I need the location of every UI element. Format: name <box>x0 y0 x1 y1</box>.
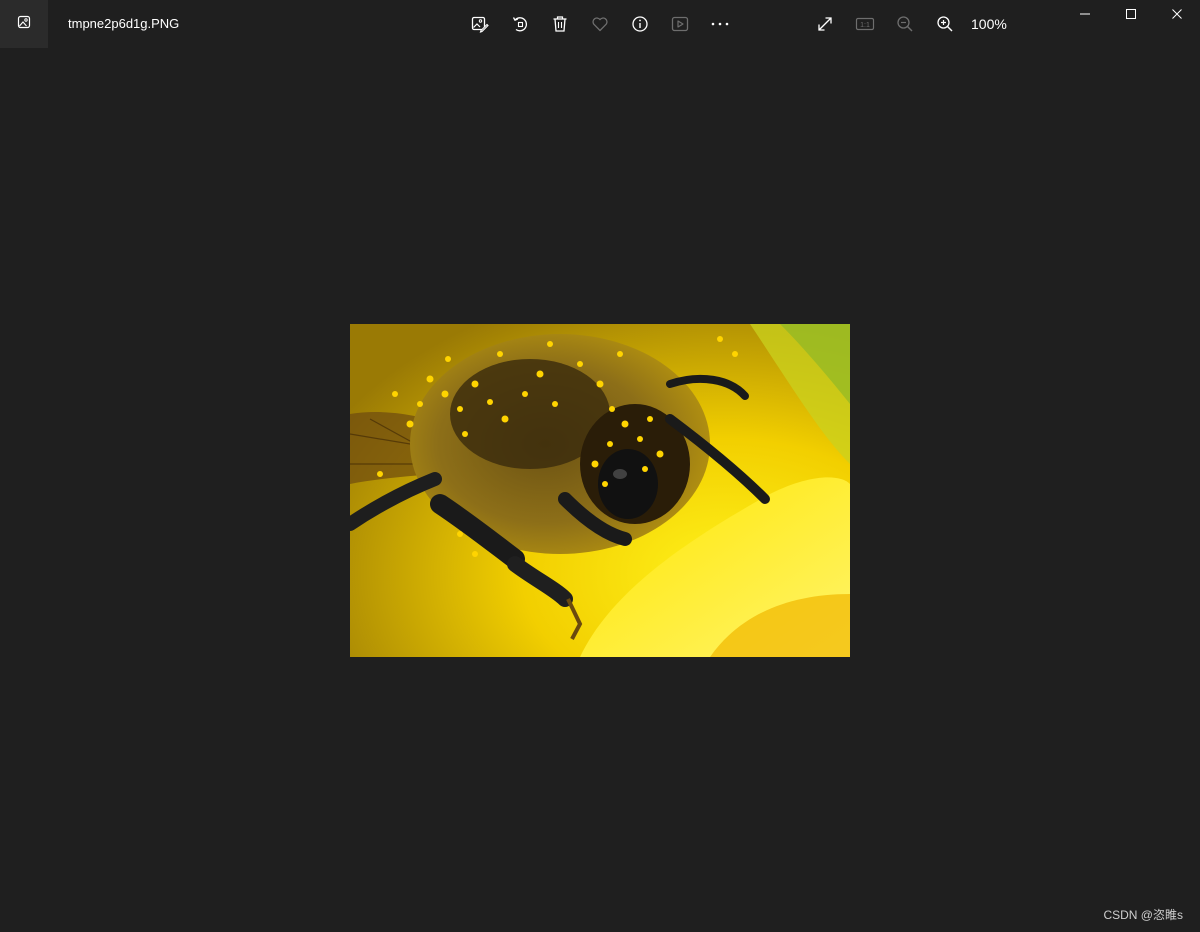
favorite-button[interactable] <box>580 4 620 44</box>
minimize-icon <box>1079 7 1091 25</box>
rotate-button[interactable] <box>500 4 540 44</box>
photo-viewer-window: tmpne2p6d1g.PNG 1:1 100% CSDN @恣睢s <box>0 0 1200 932</box>
info-icon <box>631 15 649 33</box>
maximize-icon <box>1125 7 1137 25</box>
slideshow-button[interactable] <box>660 4 700 44</box>
actual-size-button[interactable]: 1:1 <box>845 4 885 44</box>
more-options-icon <box>710 15 730 33</box>
photos-app-icon <box>16 14 32 35</box>
edit-image-button[interactable] <box>460 4 500 44</box>
zoom-out-button[interactable] <box>885 4 925 44</box>
displayed-photo[interactable] <box>350 324 850 657</box>
slideshow-icon <box>671 15 689 33</box>
close-icon <box>1171 7 1183 25</box>
title-bar: tmpne2p6d1g.PNG 1:1 100% <box>0 0 1200 48</box>
app-icon-button[interactable] <box>0 0 48 48</box>
delete-button[interactable] <box>540 4 580 44</box>
zoom-in-icon <box>936 15 954 33</box>
zoom-level-indicator[interactable]: 100% <box>971 16 1007 33</box>
zoom-in-button[interactable] <box>925 4 965 44</box>
fullscreen-expand-icon <box>816 15 834 33</box>
actual-size-icon: 1:1 <box>855 16 875 32</box>
fullscreen-button[interactable] <box>805 4 845 44</box>
favorite-heart-icon <box>591 15 609 33</box>
bee-photo-image <box>350 324 850 657</box>
actual-size-label: 1:1 <box>860 22 870 29</box>
close-button[interactable] <box>1154 0 1200 32</box>
csdn-watermark: CSDN @恣睢s <box>1103 908 1183 922</box>
more-options-button[interactable] <box>700 4 740 44</box>
zoom-out-icon <box>896 15 914 33</box>
delete-icon <box>551 15 569 33</box>
minimize-button[interactable] <box>1062 0 1108 32</box>
file-name-title: tmpne2p6d1g.PNG <box>68 16 180 31</box>
rotate-icon <box>511 15 529 33</box>
edit-image-icon <box>471 15 489 33</box>
info-button[interactable] <box>620 4 660 44</box>
maximize-button[interactable] <box>1108 0 1154 32</box>
